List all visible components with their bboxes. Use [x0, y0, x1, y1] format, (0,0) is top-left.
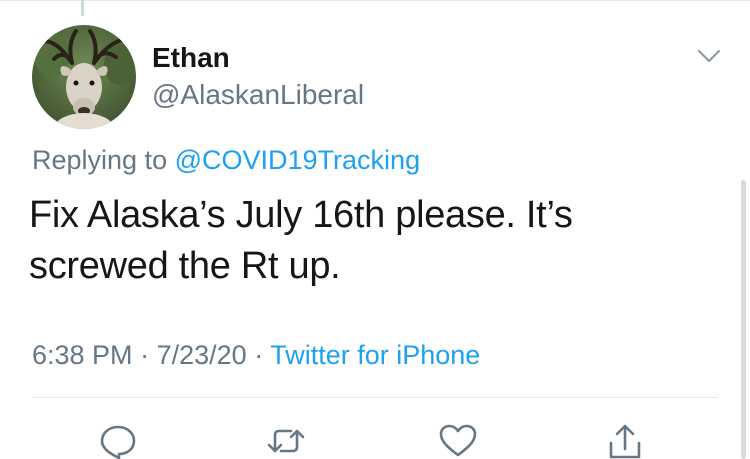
meta-separator: · — [254, 340, 264, 370]
tweet-time: 6:38 PM — [32, 340, 133, 370]
thread-connector-line — [81, 0, 84, 16]
user-handle[interactable]: @AlaskanLiberal — [152, 79, 364, 111]
tweet-text-line-1: Fix Alaska’s July 16th please. It’s — [29, 194, 573, 236]
actions-divider — [32, 397, 718, 398]
heart-icon — [439, 424, 477, 457]
retweet-icon — [267, 429, 305, 453]
tweet-detail: Ethan @AlaskanLiberal Replying to @COVID… — [0, 0, 750, 459]
mention-link[interactable]: @COVID19Tracking — [175, 145, 420, 175]
tweet-text-line-2: screwed the Rt up. — [29, 245, 341, 287]
reply-button[interactable] — [97, 423, 139, 459]
tweet-metadata: 6:38 PM · 7/23/20 · Twitter for iPhone — [32, 340, 480, 371]
display-name[interactable]: Ethan — [152, 42, 230, 74]
tweet-date: 7/23/20 — [156, 340, 247, 370]
scrollbar[interactable] — [741, 180, 746, 459]
meta-separator: · — [140, 340, 150, 370]
tweet-source-link[interactable]: Twitter for iPhone — [270, 340, 480, 370]
replying-to-label: Replying to — [32, 145, 168, 175]
share-icon — [609, 424, 641, 459]
caribou-avatar-icon — [32, 25, 136, 129]
chevron-down-icon — [698, 50, 720, 62]
more-options-button[interactable] — [695, 46, 723, 66]
comment-icon — [100, 425, 136, 459]
top-divider — [0, 0, 750, 1]
avatar[interactable] — [32, 25, 136, 129]
like-button[interactable] — [437, 423, 479, 459]
share-button[interactable] — [604, 423, 646, 459]
reply-context: Replying to @COVID19Tracking — [32, 145, 420, 176]
retweet-button[interactable] — [265, 423, 307, 459]
tweet-text: Fix Alaska’s July 16th please. It’s scre… — [29, 190, 729, 292]
